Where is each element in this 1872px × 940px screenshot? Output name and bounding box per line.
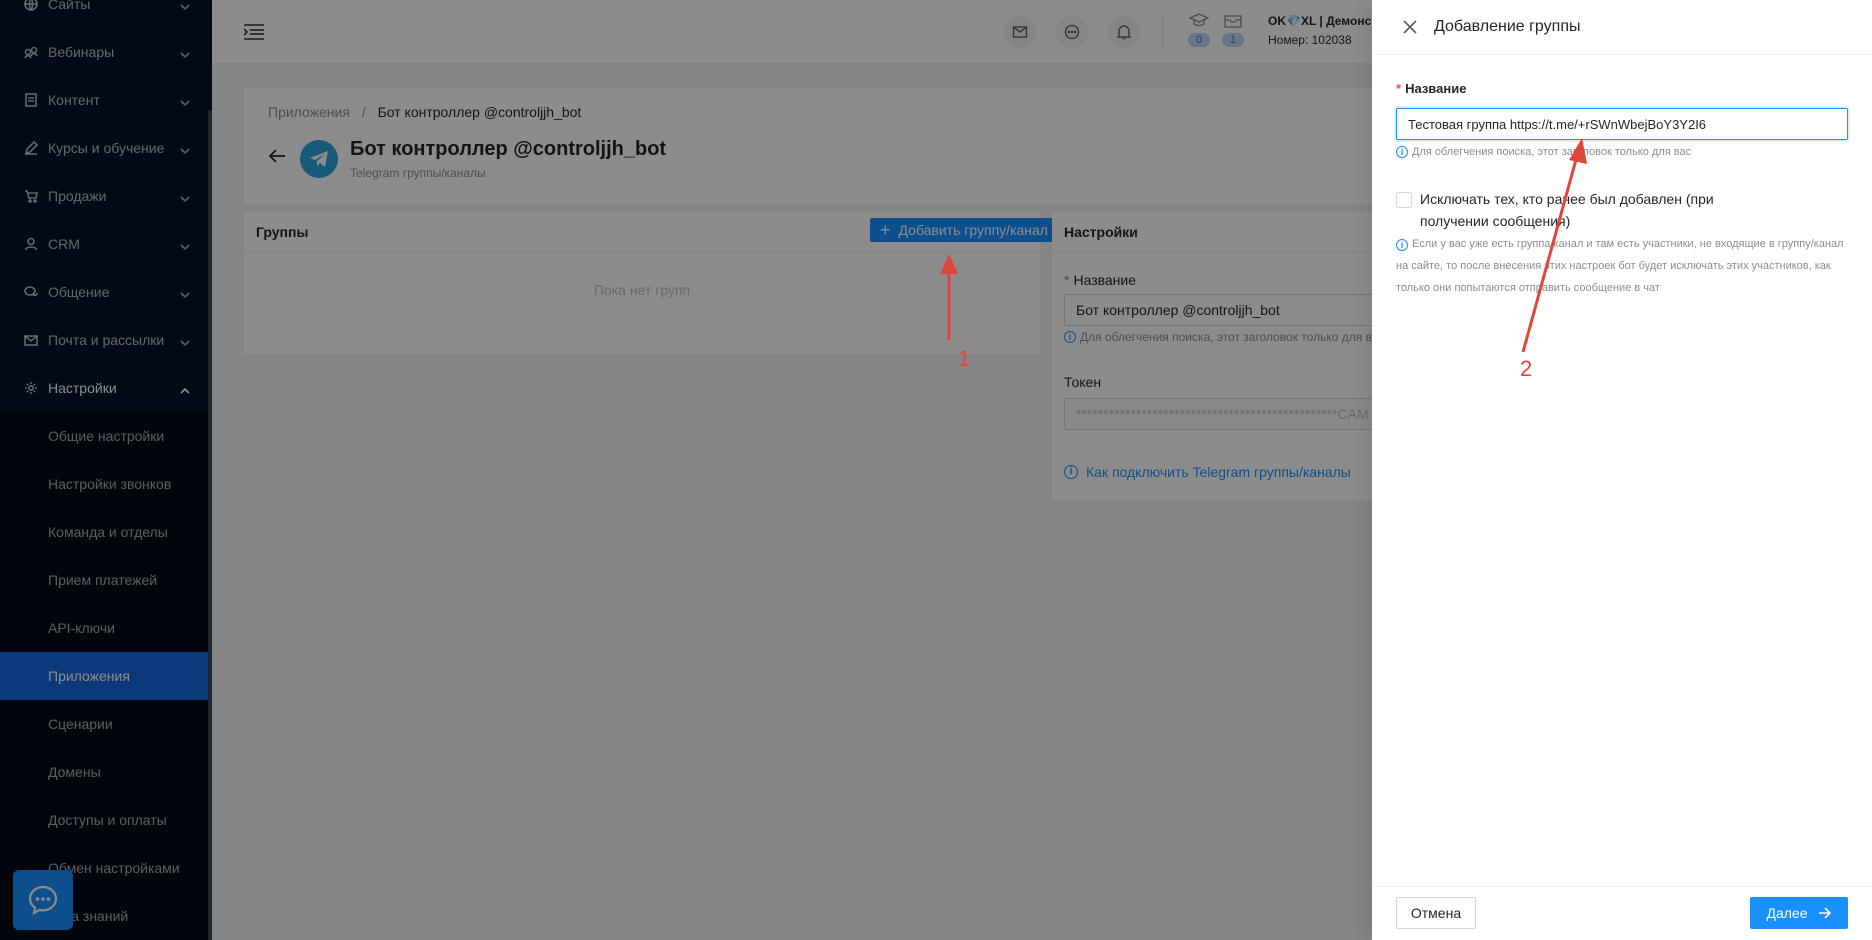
close-icon[interactable] (1402, 19, 1418, 35)
annotation-label-1: 1 (958, 346, 971, 371)
info-icon: i (1396, 146, 1408, 158)
drawer-name-label: * Название (1396, 81, 1467, 96)
exclude-hint: i Если у вас уже есть группа/канал и там … (1396, 238, 1844, 294)
next-button[interactable]: Далее (1750, 897, 1848, 929)
exclude-checkbox[interactable] (1396, 192, 1412, 208)
exclude-checkbox-label[interactable]: Исключать тех, кто ранее был добавлен (п… (1420, 188, 1750, 232)
drawer-title: Добавление группы (1434, 18, 1581, 35)
drawer-footer: Отмена Далее (1372, 886, 1872, 940)
modal-overlay[interactable] (0, 0, 1372, 940)
group-name-input[interactable]: Тестовая группа https://t.me/+rSWnWbejBo… (1396, 108, 1848, 140)
next-button-label: Далее (1766, 905, 1808, 921)
arrow-right-icon (1818, 907, 1831, 919)
cancel-button[interactable]: Отмена (1396, 897, 1476, 929)
add-group-drawer: Добавление группы * Название Тестовая гру… (1372, 0, 1872, 940)
annotation-label-2: 2 (1520, 356, 1533, 381)
info-icon: i (1396, 239, 1408, 251)
drawer-name-hint: i Для облегчения поиска, этот заголовок т… (1396, 146, 1691, 158)
drawer-header: Добавление группы (1372, 0, 1872, 55)
